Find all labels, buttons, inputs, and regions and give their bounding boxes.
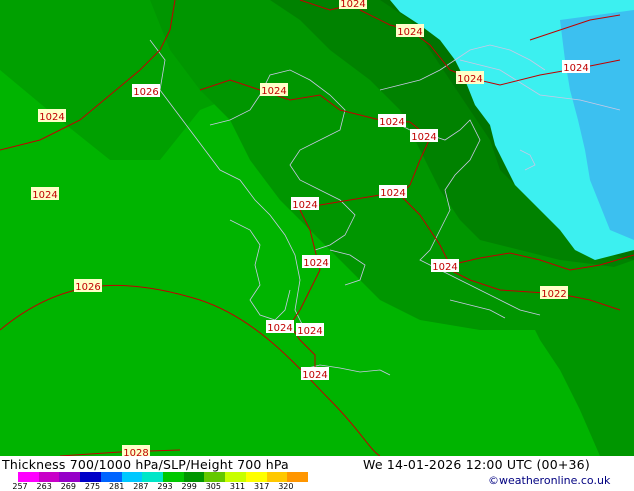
isobar-label: 1022: [540, 286, 568, 300]
isobar-label-text: 1024: [563, 63, 588, 74]
isobar-label-text: 1024: [302, 370, 327, 381]
isobar-label-text: 1024: [32, 190, 57, 201]
isobar-label: 1024: [38, 109, 66, 123]
legend-swatch: [38, 472, 60, 482]
isobar-label-text: 1024: [397, 27, 422, 38]
isobar-label: 1024: [431, 259, 459, 273]
isobar-label: 1024: [301, 367, 329, 381]
legend-swatch: [100, 472, 123, 482]
isobar-label: 1024: [260, 83, 288, 97]
isobar-label: 1024: [339, 0, 367, 10]
legend-swatch: [59, 472, 81, 482]
isobar-label-text: 1024: [39, 112, 64, 123]
isobar-label-text: 1024: [380, 188, 405, 199]
credit-link[interactable]: ©weatheronline.co.uk: [488, 474, 610, 487]
legend-swatch: [266, 472, 288, 482]
map-title: Thickness 700/1000 hPa/SLP/Height 700 hP…: [2, 457, 289, 472]
forecast-datetime: We 14-01-2026 12:00 UTC (00+36): [363, 457, 590, 472]
isobar-label-text: 1024: [411, 132, 436, 143]
isobar-label: 1024: [296, 323, 324, 337]
legend-swatch: [121, 472, 143, 482]
isobar-label: 1024: [410, 129, 438, 143]
legend-swatch: [183, 472, 205, 482]
isobar-label: 1024: [562, 60, 590, 74]
isobar-label-text: 1026: [75, 282, 100, 293]
isobar-label: 1024: [396, 24, 424, 38]
isobar-label-text: 1024: [379, 117, 404, 128]
legend-swatch: [80, 472, 102, 482]
isobar-label: 1024: [456, 71, 484, 85]
isobar-label-text: 1024: [261, 86, 286, 97]
isobar-label: 1026: [74, 279, 102, 293]
isobar-label: 1024: [291, 197, 319, 211]
legend-swatch: [142, 472, 164, 482]
isobar-label-text: 1028: [123, 448, 148, 456]
isobar-label: 1024: [378, 114, 406, 128]
isobar-label-text: 1024: [303, 258, 328, 269]
color-legend: [18, 472, 309, 482]
isobar-label: 1026: [132, 84, 160, 98]
isobar-label-text: 1026: [133, 87, 158, 98]
legend-swatch: [287, 472, 309, 482]
isobar-label: 1028: [122, 445, 150, 456]
isobar-label: 1024: [379, 185, 407, 199]
isobar-label-text: 1024: [432, 262, 457, 273]
map-canvas: 1024 1024 1024 1024 1026 1024 1024 1024 …: [0, 0, 634, 456]
isobar-label-text: 1024: [297, 326, 322, 337]
isobar-label-text: 1024: [267, 323, 292, 334]
weather-map: 1024 1024 1024 1024 1026 1024 1024 1024 …: [0, 0, 634, 456]
legend-swatch: [163, 472, 185, 482]
map-footer: Thickness 700/1000 hPa/SLP/Height 700 hP…: [0, 456, 634, 491]
isobar-label: 1024: [31, 187, 59, 201]
legend-swatch: [18, 472, 40, 482]
isobar-label-text: 1024: [457, 74, 482, 85]
isobar-label-text: 1022: [541, 289, 566, 300]
isobar-label: 1024: [266, 320, 294, 334]
legend-swatch: [204, 472, 226, 482]
legend-swatch: [245, 472, 268, 482]
isobar-label-text: 1024: [292, 200, 317, 211]
isobar-label: 1024: [302, 255, 330, 269]
isobar-label-text: 1024: [340, 0, 365, 10]
legend-swatch: [225, 472, 247, 482]
